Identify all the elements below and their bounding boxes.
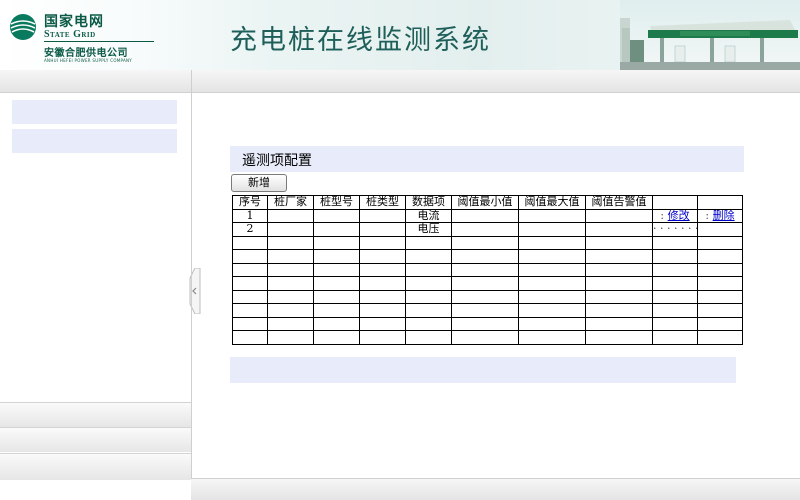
- focus-dotted-cell: · · · · · · ·: [652, 222, 698, 237]
- table-row: [232, 316, 743, 331]
- logo-company-en: ANHUI HEFEI POWER SUPPLY COMPANY: [44, 58, 133, 63]
- logo-en-text: State Grid: [44, 29, 96, 40]
- delete-link[interactable]: 删除: [713, 210, 735, 222]
- col-threshold-max: 阈值最大值: [518, 195, 586, 210]
- col-manufacturer: 桩厂家: [267, 195, 314, 210]
- charging-station-illustration: [620, 0, 800, 70]
- col-action-delete: [697, 195, 743, 210]
- table-row: [232, 249, 743, 264]
- table-row: [232, 289, 743, 304]
- system-title: 充电桩在线监测系统: [230, 25, 491, 56]
- col-model: 桩型号: [313, 195, 360, 210]
- row-index: 2: [232, 222, 268, 237]
- table-row: [232, 276, 743, 291]
- table-row: [232, 303, 743, 318]
- table-row: [232, 262, 743, 277]
- sidebar-header-bar: [0, 70, 191, 93]
- table-row: 1 电流 : 修改 : 删除: [232, 208, 743, 223]
- sidebar-panel-tab-1[interactable]: [0, 402, 191, 427]
- pager-bar: [230, 357, 736, 383]
- section-title: 遥测项配置: [242, 153, 312, 169]
- col-action-edit: [652, 195, 698, 210]
- main-footer-bar: [191, 478, 800, 500]
- col-type: 桩类型: [359, 195, 406, 210]
- row-data-item: 电压: [405, 222, 452, 237]
- app-header: 国家电网 State Grid 安徽合肥供电公司 ANHUI HEFEI POW…: [0, 0, 800, 71]
- col-threshold-alarm: 阈值告警值: [585, 195, 653, 210]
- table-row: 2 电压 · · · · · · ·: [232, 222, 743, 237]
- row-data-item: 电流: [405, 208, 452, 223]
- left-sidebar: [0, 70, 191, 499]
- table-row: [232, 235, 743, 250]
- logo-cn-text: 国家电网: [44, 14, 104, 30]
- state-grid-logo: 国家电网 State Grid 安徽合肥供电公司 ANHUI HEFEI POW…: [6, 8, 156, 64]
- telemetry-config-table: 序号 桩厂家 桩型号 桩类型 数据项 阈值最小值 阈值最大值 阈值告警值 1 电…: [232, 195, 743, 345]
- col-data-item: 数据项: [405, 195, 452, 210]
- logo-divider: [44, 41, 154, 42]
- main-header-bar: [191, 70, 800, 93]
- sidebar-panel-tab-3[interactable]: [0, 453, 191, 480]
- sidebar-menu-item-2[interactable]: [12, 129, 177, 153]
- config-section-header: 遥测项配置: [230, 146, 744, 172]
- logo-company-name: 安徽合肥供电公司: [44, 48, 128, 59]
- table-header-row: 序号 桩厂家 桩型号 桩类型 数据项 阈值最小值 阈值最大值 阈值告警值: [232, 195, 743, 210]
- row-index: 1: [232, 208, 268, 223]
- sidebar-panel-tab-2[interactable]: [0, 427, 191, 452]
- col-index: 序号: [232, 195, 268, 210]
- add-button[interactable]: 新增: [231, 174, 287, 192]
- sidebar-menu-item-1[interactable]: [12, 100, 177, 124]
- main-left-border: [191, 93, 192, 478]
- table-row: [232, 330, 743, 345]
- state-grid-emblem-icon: [10, 14, 36, 40]
- col-threshold-min: 阈值最小值: [451, 195, 519, 210]
- edit-link[interactable]: 修改: [668, 210, 690, 222]
